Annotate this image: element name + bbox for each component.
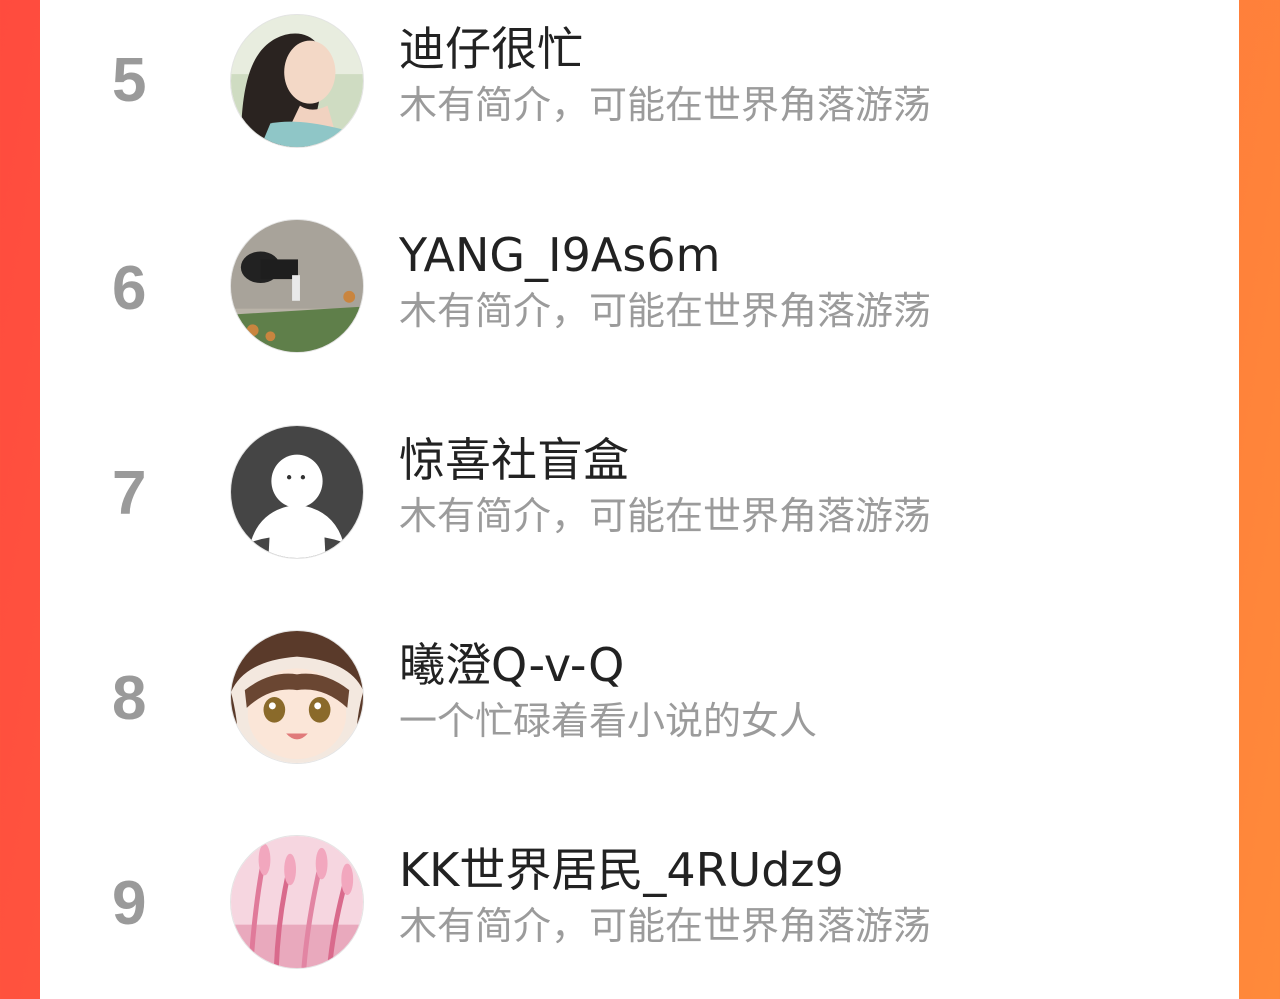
rank-number: 7 xyxy=(112,458,147,528)
ranking-list-item[interactable]: 6 YANG_I9As6m 木有简介，可能在世界角落游荡 xyxy=(40,186,1239,391)
user-name[interactable]: 迪仔很忙 xyxy=(399,26,583,72)
ranking-list-item[interactable]: 8 曦澄Q-v-Q 一个忙碌着看小说的女人 xyxy=(40,596,1239,801)
user-name[interactable]: 惊喜社盲盒 xyxy=(399,437,629,483)
user-bio: 木有简介，可能在世界角落游荡 xyxy=(399,83,932,127)
anime-girl-avatar xyxy=(231,631,363,763)
user-name[interactable]: YANG_I9As6m xyxy=(399,232,720,278)
rank-number: 6 xyxy=(112,253,147,323)
woman-photo-avatar xyxy=(231,15,363,147)
user-avatar[interactable] xyxy=(230,219,364,353)
ranking-list-item[interactable]: 5 迪仔很忙 木有简介，可能在世界角落游荡 xyxy=(40,0,1239,183)
user-bio: 木有简介，可能在世界角落游荡 xyxy=(399,289,932,333)
rank-number: 5 xyxy=(112,45,147,115)
rank-number: 9 xyxy=(112,868,147,938)
user-bio: 一个忙碌着看小说的女人 xyxy=(399,699,818,743)
user-bio: 木有简介，可能在世界角落游荡 xyxy=(399,494,932,538)
user-name[interactable]: KK世界居民_4RUdz9 xyxy=(399,847,844,893)
outdoor-photo-avatar xyxy=(231,220,363,352)
user-name[interactable]: 曦澄Q-v-Q xyxy=(399,642,624,688)
user-avatar[interactable] xyxy=(230,630,364,764)
pink-grass-avatar xyxy=(231,836,363,968)
ranking-list-panel: 5 迪仔很忙 木有简介，可能在世界角落游荡 6 YANG_I9As6m 木有简介… xyxy=(40,0,1239,999)
user-avatar[interactable] xyxy=(230,14,364,148)
user-bio: 木有简介，可能在世界角落游荡 xyxy=(399,904,932,948)
ranking-list-item[interactable]: 7 惊喜社盲盒 木有简介，可能在世界角落游荡 xyxy=(40,391,1239,596)
default-user-avatar xyxy=(231,426,363,558)
user-avatar[interactable] xyxy=(230,425,364,559)
rank-number: 8 xyxy=(112,663,147,733)
user-avatar[interactable] xyxy=(230,835,364,969)
ranking-list-item[interactable]: 9 KK世界居民_4RUdz9 木有简介，可能在世界角落游荡 xyxy=(40,801,1239,999)
